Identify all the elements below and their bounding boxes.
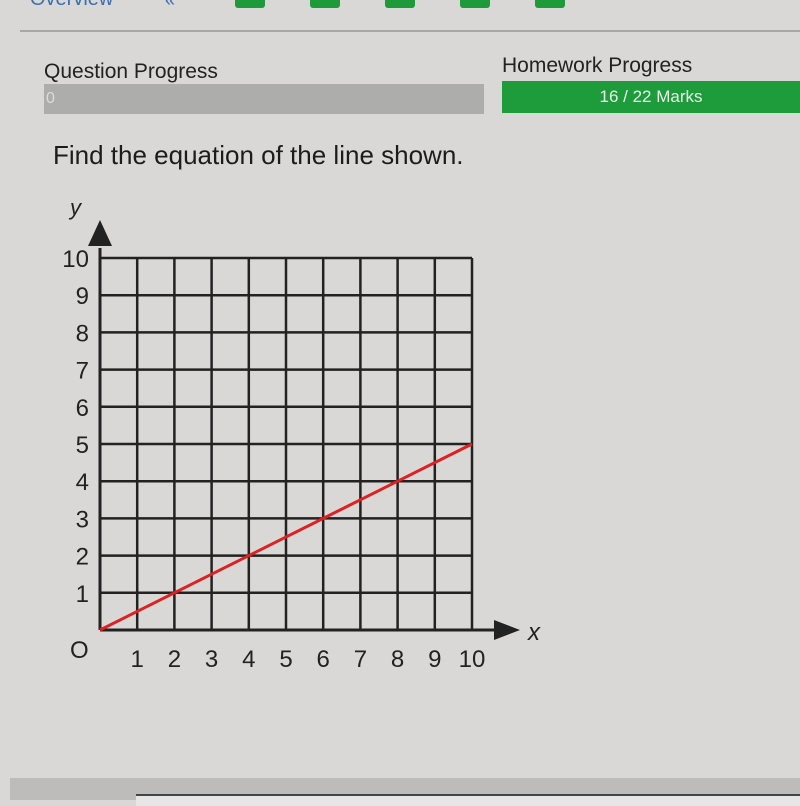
x-tick-label: 8 — [391, 646, 404, 673]
question-progress-bar: 0 — [44, 84, 484, 114]
x-tick-label: 6 — [317, 646, 330, 673]
question-text: Find the equation of the line shown. — [53, 140, 464, 170]
question-button-5[interactable] — [535, 0, 565, 8]
x-tick-label: 1 — [131, 646, 144, 673]
coordinate-graph: 1 2 3 4 5 6 7 8 9 1012345678910 y x O — [62, 195, 541, 673]
y-tick-label: 3 — [76, 506, 89, 533]
question-progress-label: Question Progress — [44, 60, 218, 83]
x-tick-label: 9 — [428, 646, 441, 673]
y-tick-label: 6 — [76, 395, 89, 422]
y-tick-label: 2 — [76, 544, 89, 571]
x-tick-label: 2 — [168, 646, 181, 673]
y-tick-label: 4 — [76, 469, 89, 496]
x-axis-arrow-icon — [494, 620, 520, 640]
y-tick-label: 10 — [62, 246, 89, 273]
x-axis-label: x — [527, 619, 541, 646]
answer-input[interactable] — [136, 794, 800, 806]
homework-progress-bar: 16 / 22 Marks — [502, 81, 800, 113]
question-button-1[interactable] — [235, 0, 265, 8]
question-button-4[interactable] — [460, 0, 490, 8]
question-button-3[interactable] — [385, 0, 415, 8]
overview-link[interactable]: Overview — [30, 0, 113, 11]
x-tick-label: 4 — [242, 646, 255, 673]
origin-label: O — [70, 637, 89, 664]
x-tick-label: 3 — [205, 646, 218, 673]
y-tick-label: 8 — [76, 320, 89, 347]
question-progress-value: 0 — [46, 90, 55, 107]
x-tick-label: 10 — [459, 646, 486, 673]
y-axis-label: y — [68, 195, 83, 220]
x-tick-label: 7 — [354, 646, 367, 673]
question-button-2[interactable] — [310, 0, 340, 8]
previous-link[interactable]: « — [165, 0, 175, 11]
y-tick-label: 7 — [76, 358, 89, 385]
divider — [20, 30, 800, 32]
y-axis-arrow-icon — [88, 220, 112, 246]
y-tick-label: 1 — [76, 581, 89, 608]
y-tick-label: 9 — [76, 283, 89, 310]
x-tick-label: 5 — [279, 646, 292, 673]
homework-progress-label: Homework Progress — [502, 54, 693, 77]
y-tick-label: 5 — [76, 432, 89, 459]
